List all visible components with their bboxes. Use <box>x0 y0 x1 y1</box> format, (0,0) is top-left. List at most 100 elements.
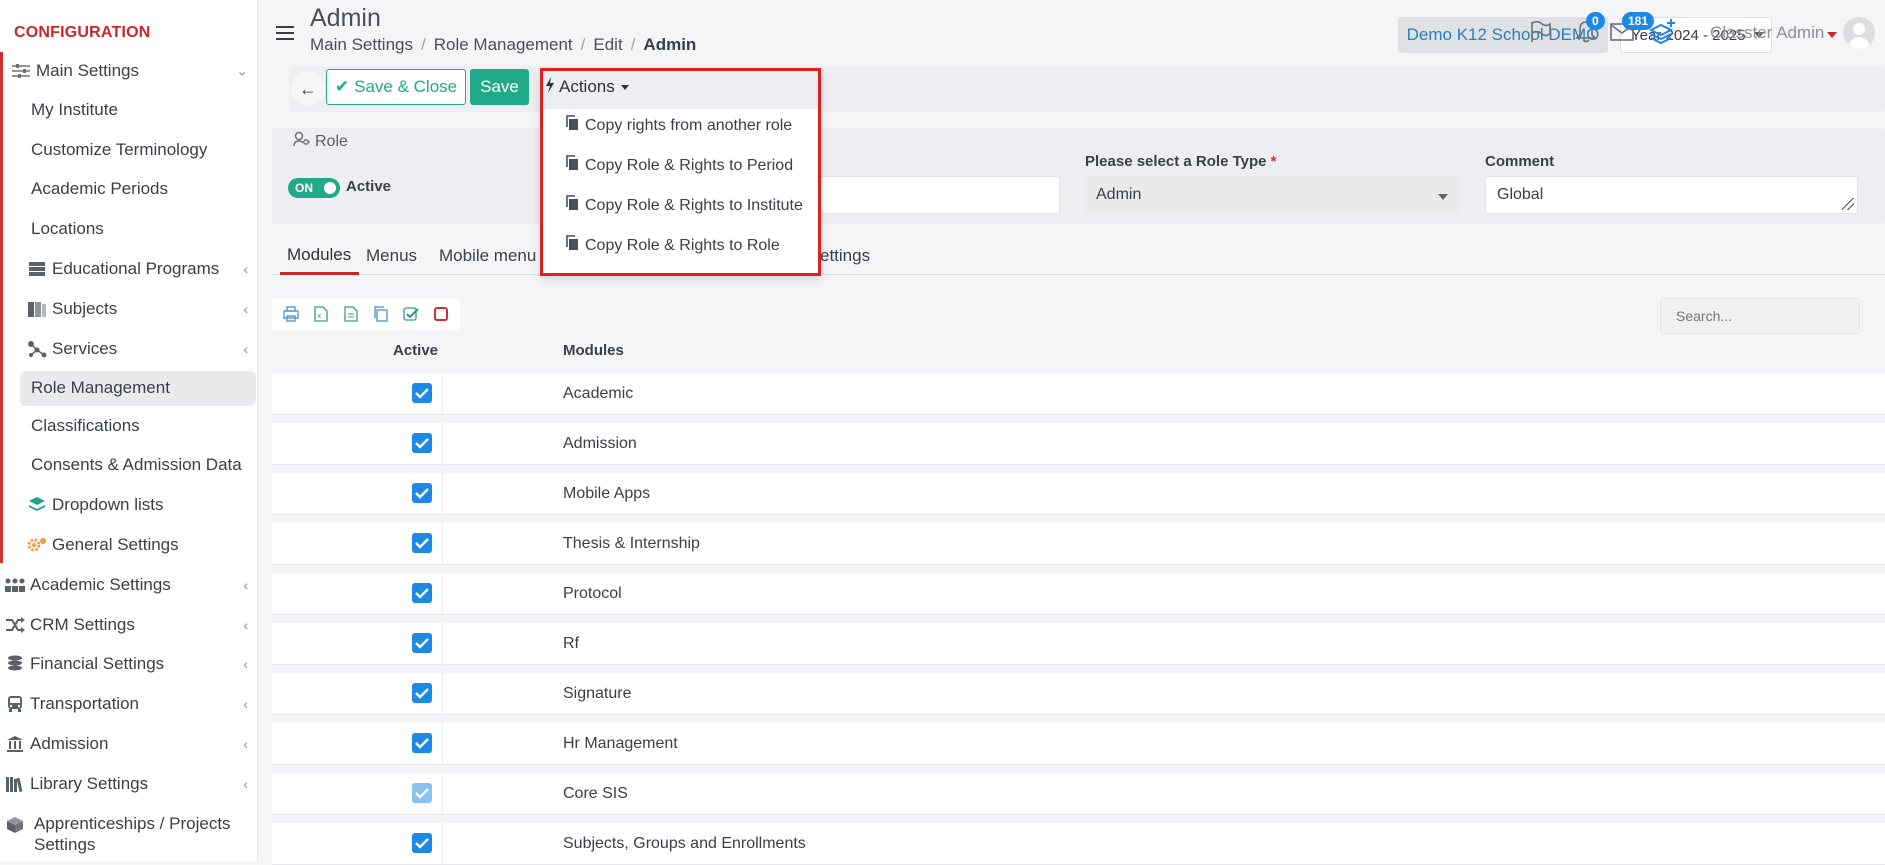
csv-icon[interactable] <box>340 303 362 325</box>
active-checkbox[interactable] <box>412 533 432 553</box>
role-section-title: Role <box>315 132 348 150</box>
module-name: Signature <box>563 685 632 702</box>
module-name: Core SIS <box>563 785 628 802</box>
bell-icon[interactable]: 0 <box>1572 12 1605 46</box>
role-type-select[interactable]: Admin <box>1085 176 1460 214</box>
column-divider <box>442 723 443 765</box>
module-name: Rf <box>563 635 579 652</box>
sidebar-item-dropdown-lists[interactable]: Dropdown lists <box>0 486 257 524</box>
deselect-icon[interactable] <box>430 303 452 325</box>
active-checkbox[interactable] <box>412 733 432 753</box>
active-checkbox[interactable] <box>412 783 432 803</box>
sidebar-item-academic-periods[interactable]: Academic Periods <box>0 170 257 208</box>
tab-settings[interactable]: ettings <box>820 237 870 275</box>
chevron-down-icon: ⌄ <box>236 62 248 79</box>
comment-label: Comment <box>1485 153 1555 170</box>
sidebar-item-my-institute[interactable]: My Institute <box>0 91 257 129</box>
active-checkbox[interactable] <box>412 483 432 503</box>
table-row: Thesis & Internship <box>272 523 1885 565</box>
copy-icon <box>565 235 579 256</box>
sidebar-item-label: Apprenticeships / Projects Settings <box>34 814 231 854</box>
module-name: Protocol <box>563 585 622 602</box>
flag-icon[interactable] <box>1526 18 1554 46</box>
sidebar-item-academic-settings[interactable]: Academic Settings ‹ <box>0 566 257 604</box>
library-icon <box>4 774 26 794</box>
print-icon[interactable] <box>280 303 302 325</box>
user-name[interactable]: Classter Admin <box>1710 23 1824 43</box>
breadcrumb-role-management[interactable]: Role Management <box>434 35 573 55</box>
menu-item-copy-role-to-period[interactable]: Copy Role & Rights to Period <box>565 155 793 176</box>
sidebar-item-crm-settings[interactable]: CRM Settings ‹ <box>0 606 257 644</box>
breadcrumb-separator: / <box>421 35 426 54</box>
tab-modules[interactable]: Modules <box>280 237 360 275</box>
column-divider <box>442 823 443 865</box>
sidebar-item-apprenticeships[interactable]: Apprenticeships / Projects Settings <box>0 813 257 861</box>
active-checkbox[interactable] <box>412 583 432 603</box>
chevron-left-icon: ‹ <box>243 736 248 752</box>
table-row: Academic <box>272 373 1885 415</box>
breadcrumb-separator: / <box>630 35 636 54</box>
required-asterisk: * <box>1270 153 1277 170</box>
chevron-left-icon: ‹ <box>243 656 248 672</box>
sidebar-item-label: Academic Periods <box>31 179 169 198</box>
sidebar-item-label: Transportation <box>30 694 139 713</box>
breadcrumb-main-settings[interactable]: Main Settings <box>310 35 413 55</box>
sidebar-item-library-settings[interactable]: Library Settings ‹ <box>0 765 257 803</box>
sidebar-item-transportation[interactable]: Transportation ‹ <box>0 685 257 723</box>
shuffle-icon <box>4 615 26 635</box>
sidebar-item-label: Educational Programs <box>52 259 220 278</box>
sidebar-item-customize-terminology[interactable]: Customize Terminology <box>0 131 257 169</box>
bolt-icon <box>545 76 555 98</box>
sidebar-item-general-settings[interactable]: General Settings <box>0 526 257 564</box>
menu-item-copy-role-to-role[interactable]: Copy Role & Rights to Role <box>565 235 780 256</box>
sidebar-item-label: Library Settings <box>30 774 149 793</box>
nodes-icon <box>26 339 48 359</box>
sidebar-item-role-management[interactable]: Role Management <box>0 369 257 407</box>
menu-item-copy-role-to-institute[interactable]: Copy Role & Rights to Institute <box>565 195 803 216</box>
active-checkbox[interactable] <box>412 383 432 403</box>
hamburger-menu-icon[interactable] <box>276 26 294 40</box>
active-checkbox[interactable] <box>412 633 432 653</box>
caret-down-icon[interactable] <box>1827 32 1837 38</box>
sidebar-item-label: Subjects <box>52 299 118 318</box>
actions-button[interactable]: Actions <box>545 72 629 102</box>
gears-icon <box>26 535 48 555</box>
active-checkbox[interactable] <box>412 833 432 853</box>
avatar[interactable] <box>1843 17 1875 49</box>
envelope-icon[interactable]: 181 <box>1608 12 1655 46</box>
back-arrow-icon[interactable]: ← <box>291 72 325 106</box>
sidebar-item-subjects[interactable]: Subjects ‹ <box>0 290 257 328</box>
save-button[interactable]: Save <box>470 69 529 105</box>
excel-icon[interactable]: x <box>310 303 332 325</box>
column-header-active[interactable]: Active <box>393 342 438 359</box>
comment-value: Global <box>1497 186 1544 203</box>
comment-field[interactable]: Global <box>1485 176 1858 214</box>
sidebar-item-admission[interactable]: Admission ‹ <box>0 725 257 763</box>
breadcrumb-edit[interactable]: Edit <box>593 35 622 55</box>
resize-grip-icon[interactable] <box>1842 198 1854 210</box>
sidebar-item-consents-admission-data[interactable]: Consents & Admission Data <box>0 446 257 484</box>
sidebar-item-financial-settings[interactable]: Financial Settings ‹ <box>0 645 257 683</box>
save-close-button[interactable]: ✔ Save & Close <box>326 69 466 105</box>
sidebar-item-educational-programs[interactable]: Educational Programs ‹ <box>0 250 257 288</box>
tab-mobile-menu[interactable]: Mobile menu <box>439 237 536 275</box>
sidebar-item-classifications[interactable]: Classifications <box>0 407 257 445</box>
copy-icon[interactable] <box>370 303 392 325</box>
sidebar-item-main-settings[interactable]: Main Settings ⌄ <box>0 52 257 90</box>
layers-plus-icon[interactable] <box>1649 18 1677 46</box>
menu-item-copy-rights-from-role[interactable]: Copy rights from another role <box>565 115 792 136</box>
caret-down-icon <box>620 84 629 90</box>
tab-menus[interactable]: Menus <box>366 237 417 275</box>
breadcrumb-separator: / <box>580 35 586 54</box>
active-checkbox[interactable] <box>412 433 432 453</box>
sidebar-item-services[interactable]: Services ‹ <box>0 330 257 368</box>
table-search-input[interactable] <box>1660 298 1860 334</box>
role-name-field[interactable] <box>820 176 1060 214</box>
select-all-icon[interactable] <box>400 303 422 325</box>
sidebar-title: CONFIGURATION <box>14 24 151 41</box>
sidebar-item-locations[interactable]: Locations <box>0 210 257 248</box>
active-toggle[interactable]: ON <box>288 178 340 198</box>
active-checkbox[interactable] <box>412 683 432 703</box>
actions-label: Actions <box>559 77 615 96</box>
column-header-modules[interactable]: Modules <box>563 342 624 359</box>
